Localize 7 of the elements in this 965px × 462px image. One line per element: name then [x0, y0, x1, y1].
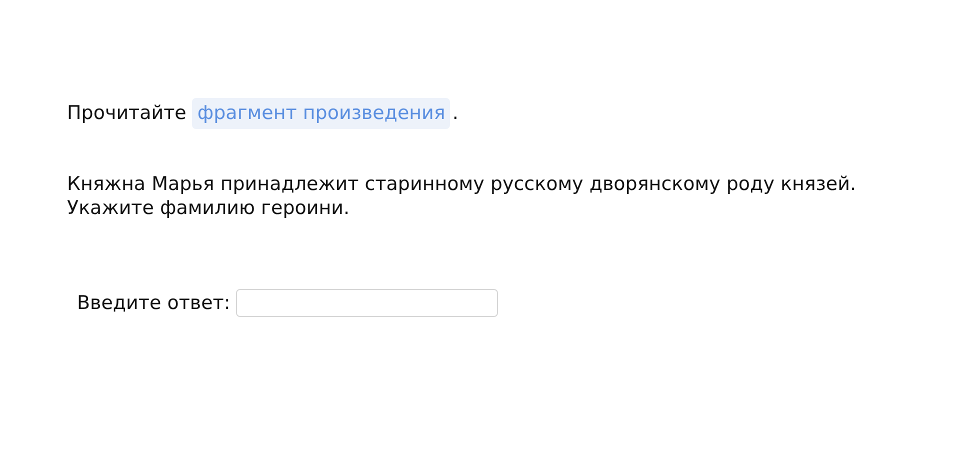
question-text: Укажите фамилию героини. — [67, 196, 351, 220]
answer-field[interactable] — [236, 288, 498, 317]
fragment-link[interactable]: фрагмент произведения — [192, 98, 450, 128]
question-text: Княжна Марья принадлежит старинному русскому дворянскому роду князей. — [67, 172, 857, 196]
period-text: . — [452, 101, 458, 126]
instruction-text: Прочитайте — [67, 101, 186, 126]
answer-label: Введите ответ: — [77, 290, 230, 316]
